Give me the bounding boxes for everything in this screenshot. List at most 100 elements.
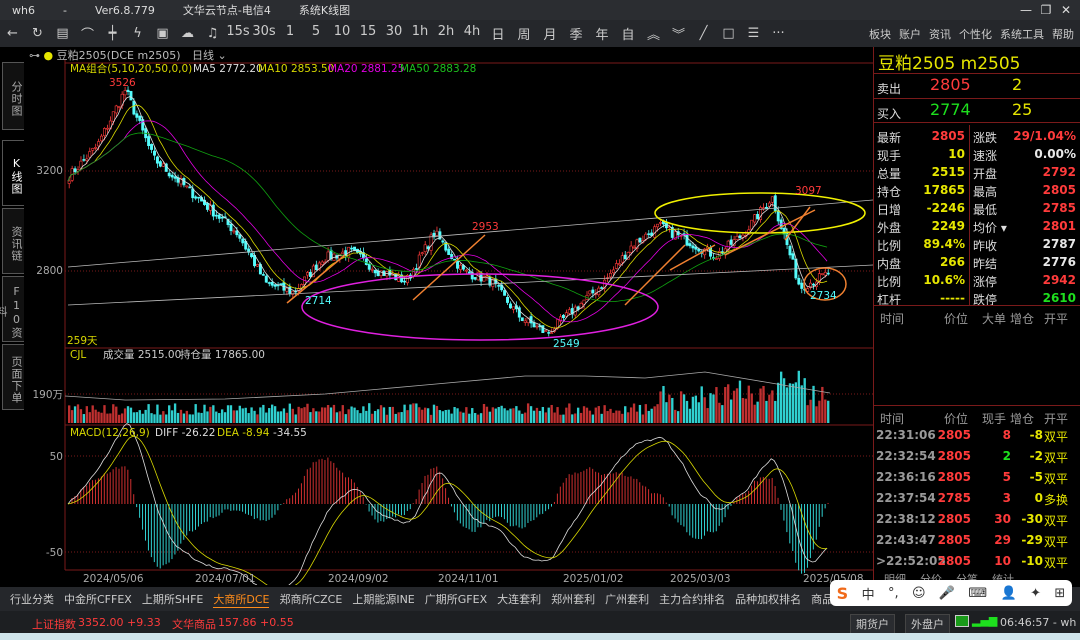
column-header: 增仓 (1010, 412, 1035, 426)
menu-item[interactable]: 资讯 (929, 26, 951, 42)
rectangle-icon[interactable]: □ (716, 26, 741, 41)
exchange-tab[interactable]: 品种加权排名 (735, 591, 801, 607)
cloud-icon[interactable]: ☁ (175, 26, 200, 41)
futures-account-button[interactable]: 期货户 (850, 614, 895, 634)
chart-header: ⊶ ● 豆粕2505(DCE m2505) 日线 ⌄ (25, 47, 870, 62)
foreign-account-button[interactable]: 外盘户 (905, 614, 950, 634)
period-button[interactable]: 30 (381, 24, 407, 43)
candle-body (229, 223, 233, 232)
period-button[interactable]: 1h (407, 24, 433, 43)
menu-item[interactable]: 账户 (899, 26, 921, 42)
exchange-tab[interactable]: 主力合约排名 (659, 591, 725, 607)
period-button[interactable]: 年 (589, 24, 615, 43)
more-icon[interactable]: ··· (766, 26, 791, 41)
period-button[interactable]: 30s (251, 24, 277, 43)
bell-icon[interactable]: ♫ (200, 26, 225, 41)
settings-list-icon[interactable]: ☰ (741, 26, 766, 41)
exchange-tab[interactable]: 郑商所CZCE (279, 591, 342, 607)
tab-order[interactable]: 页面下单 (2, 344, 24, 410)
exchange-tab[interactable]: 大连套利 (497, 591, 541, 607)
candle-body (423, 244, 427, 252)
column-header: 大单 (982, 312, 1007, 326)
back-icon[interactable]: ← (0, 26, 25, 41)
volume-bar (426, 408, 430, 423)
candle-body (647, 233, 651, 235)
order-icon[interactable]: ▣ (150, 26, 175, 41)
close-button[interactable]: ✕ (1048, 0, 1080, 20)
tab-kline[interactable]: K线图 (2, 140, 24, 206)
candle-body (123, 90, 127, 96)
exchange-tab[interactable]: 广期所GFEX (425, 591, 487, 607)
macd-indicator-select: MACD(12,26,9) (70, 427, 150, 439)
ime-button[interactable]: 👤 (1001, 586, 1017, 601)
period-button[interactable]: 月 (537, 24, 563, 43)
exchange-tab[interactable]: 大商所DCE (213, 591, 270, 608)
up-icon[interactable]: ︽ (641, 24, 666, 43)
sogou-logo-icon[interactable]: S (837, 584, 849, 603)
menu-item[interactable]: 帮助 (1052, 26, 1074, 42)
volume-bar (256, 414, 259, 423)
tab-timeshare[interactable]: 分时图 (2, 62, 24, 130)
title-bar: wh6- Ver6.8.779 文华云节点-电信4 系统K线图 — ❐ ✕ (0, 0, 1080, 20)
down-icon[interactable]: ︾ (666, 24, 691, 43)
refresh-icon[interactable]: ↻ (25, 26, 50, 41)
candle-body (659, 222, 663, 224)
stat-value: 29/1.04% (1013, 129, 1076, 143)
flash-icon[interactable]: ϟ (125, 26, 150, 41)
period-button[interactable]: 15s (225, 24, 251, 43)
exchange-tab[interactable]: 上期能源INE (352, 591, 414, 607)
period-button[interactable]: 1 (277, 24, 303, 43)
candle-body (82, 159, 86, 161)
ime-button[interactable]: ⌨ (968, 586, 987, 601)
tick-price: 2805 (937, 470, 971, 484)
candle-body (632, 246, 636, 249)
volume-bar (724, 387, 727, 423)
candle-body (314, 264, 318, 271)
line-chart-icon[interactable]: ⌒ (75, 24, 100, 43)
volume-bar (132, 412, 136, 423)
period-button[interactable]: 季 (563, 24, 589, 43)
volume-bar (718, 402, 721, 423)
candle-icon[interactable]: ┿ (100, 26, 125, 41)
volume-bar (503, 408, 506, 423)
buy-price[interactable]: 2774 (930, 100, 971, 119)
exchange-tab[interactable]: 中金所CFFEX (64, 591, 132, 607)
period-button[interactable]: 日 (485, 24, 511, 43)
exchange-tab[interactable]: 广州套利 (605, 591, 649, 607)
volume-bar (485, 406, 489, 423)
menu-item[interactable]: 个性化 (959, 26, 992, 42)
exchange-tab[interactable]: 上期所SHFE (142, 591, 204, 607)
menu-item[interactable]: 系统工具 (1000, 26, 1044, 42)
candle-body (170, 174, 174, 178)
kline-chart[interactable]: MA组合(5,10,20,50,0,0) MA5 2772.20MA10 2853… (25, 60, 873, 585)
volume-bar (794, 382, 798, 423)
left-tabs: 分时图 K线图 资讯链 F10资料 页面下单 (0, 60, 25, 580)
ime-button[interactable]: ✦ (1030, 586, 1041, 601)
tab-f10[interactable]: F10资料 (0, 276, 24, 342)
tab-news[interactable]: 资讯链 (2, 208, 24, 274)
ime-button[interactable]: 🎤 (939, 586, 955, 601)
period-button[interactable]: 4h (459, 24, 485, 43)
list-icon[interactable]: ▤ (50, 26, 75, 41)
ime-button[interactable]: ☺ (912, 586, 926, 601)
ime-button[interactable]: °, (888, 586, 899, 601)
period-button[interactable]: 周 (511, 24, 537, 43)
ime-button[interactable]: 中 (862, 584, 875, 603)
period-button[interactable]: 15 (355, 24, 381, 43)
server-name: 文华云节点-电信4 (182, 4, 271, 17)
sell-label: 卖出 (877, 82, 902, 96)
exchange-tab[interactable]: 行业分类 (10, 591, 54, 607)
sell-price[interactable]: 2805 (930, 75, 971, 94)
exchange-tab[interactable]: 郑州套利 (551, 591, 595, 607)
menu-item[interactable]: 板块 (869, 26, 891, 42)
ma50-value: MA50 2883.28 (400, 63, 476, 75)
period-button[interactable]: 10 (329, 24, 355, 43)
volume-bar (253, 410, 256, 423)
period-button[interactable]: 2h (433, 24, 459, 43)
volume-bar (750, 393, 753, 423)
period-button[interactable]: 自 (615, 24, 641, 43)
draw-line-icon[interactable]: ╱ (691, 26, 716, 41)
candle-body (217, 214, 221, 219)
period-button[interactable]: 5 (303, 24, 329, 43)
ime-button[interactable]: ⊞ (1054, 586, 1065, 601)
